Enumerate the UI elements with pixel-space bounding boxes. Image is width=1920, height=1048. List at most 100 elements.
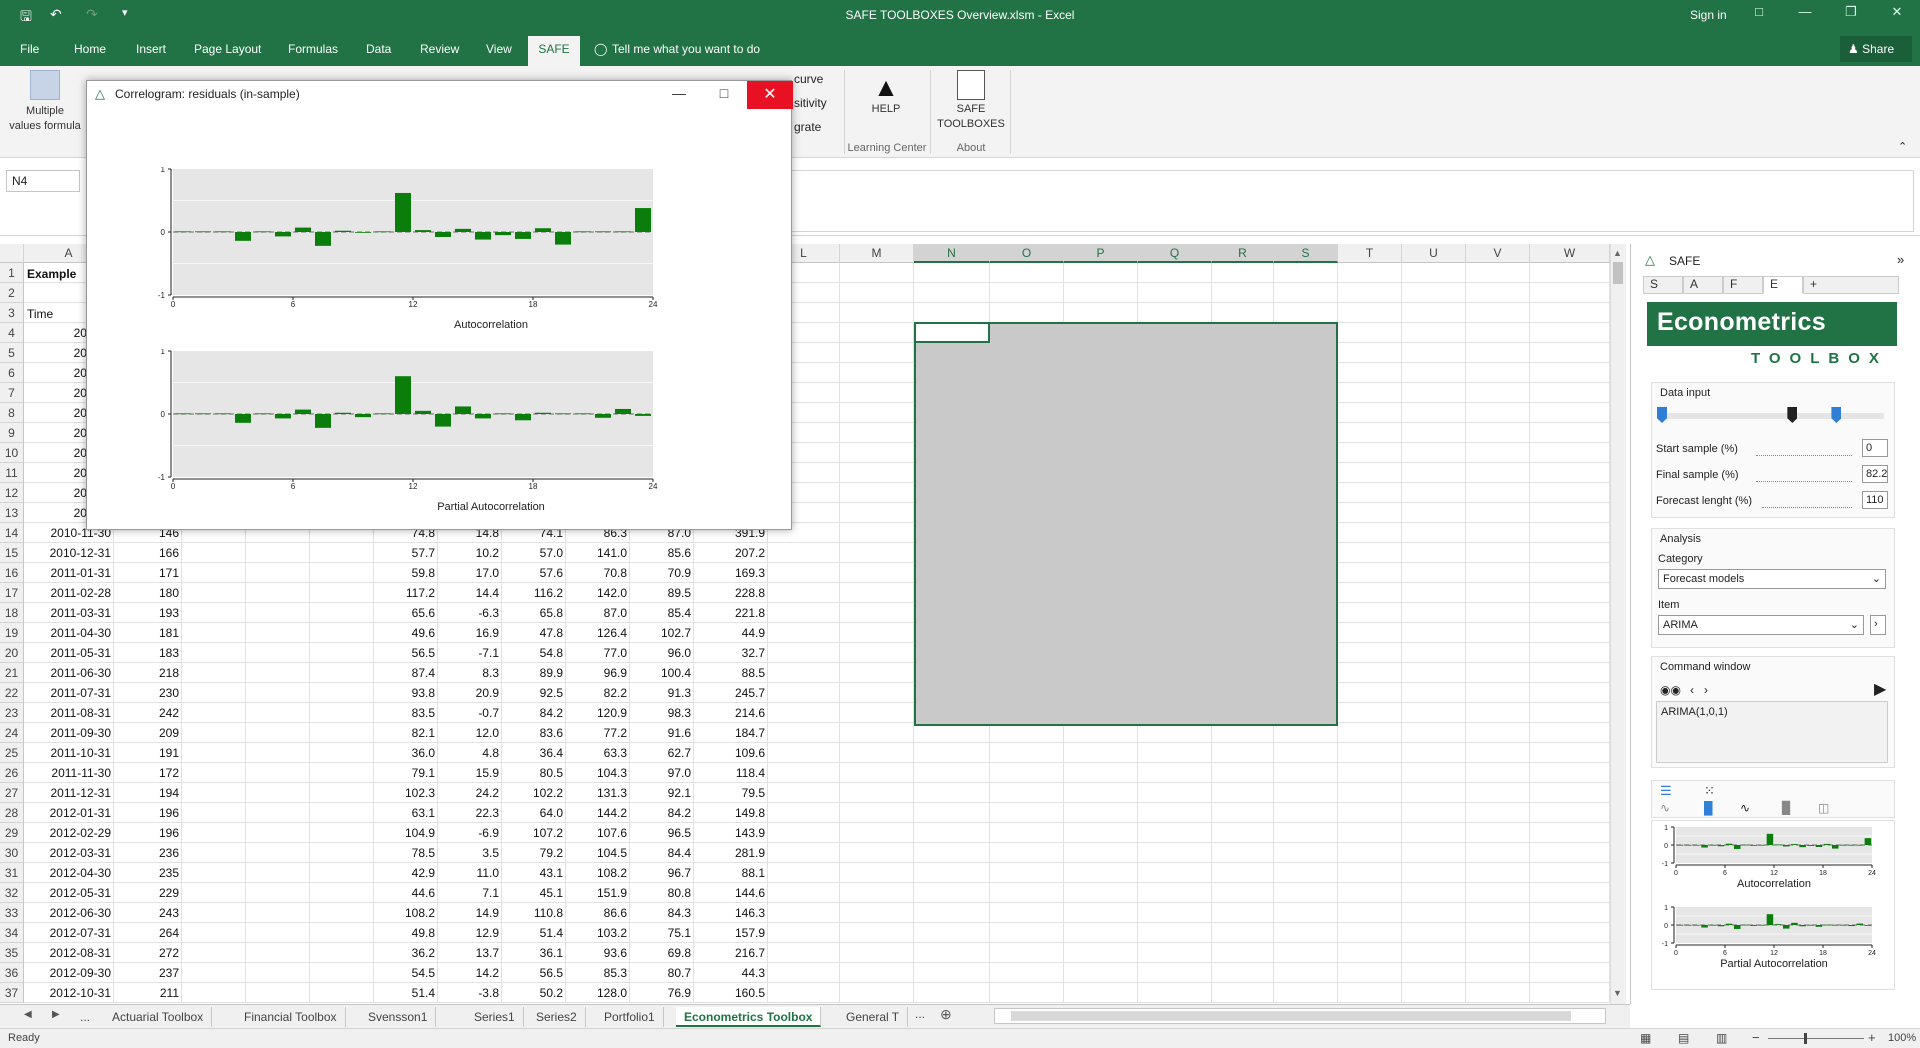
forecast-length-input[interactable]: 110 — [1862, 491, 1888, 509]
date-cell[interactable]: 2011-11-30 — [24, 763, 114, 783]
sheet-tab[interactable]: Portfolio1 — [596, 1007, 664, 1027]
value-cell[interactable]: 20.9 — [438, 683, 502, 703]
value-cell[interactable]: 12.9 — [438, 923, 502, 943]
prev-sheet-icon[interactable]: ◀ — [24, 1009, 32, 1020]
row-header[interactable]: 18 — [0, 603, 24, 623]
value-cell[interactable]: 32.7 — [694, 643, 768, 663]
date-cell[interactable]: 2011-05-31 — [24, 643, 114, 663]
value-cell[interactable]: 117.2 — [374, 583, 438, 603]
value-cell[interactable]: 36.1 — [502, 943, 566, 963]
boxplot-icon[interactable]: ◫ — [1818, 801, 1829, 815]
value-cell[interactable]: 86.6 — [566, 903, 630, 923]
value-cell[interactable]: 62.7 — [630, 743, 694, 763]
value-cell[interactable]: 96.9 — [566, 663, 630, 683]
value-cell[interactable]: 107.2 — [502, 823, 566, 843]
value-cell[interactable]: 14.2 — [438, 963, 502, 983]
column-header-t[interactable]: T — [1338, 244, 1402, 263]
value-cell[interactable]: 157.9 — [694, 923, 768, 943]
value-cell[interactable]: 80.5 — [502, 763, 566, 783]
row-header[interactable]: 23 — [0, 703, 24, 723]
forecast-thumb[interactable] — [1831, 407, 1842, 423]
value-cell[interactable]: 120.9 — [566, 703, 630, 723]
row-header[interactable]: 25 — [0, 743, 24, 763]
value-cell[interactable]: 7.1 — [438, 883, 502, 903]
row-header[interactable]: 37 — [0, 983, 24, 1003]
row-header[interactable]: 14 — [0, 523, 24, 543]
date-cell[interactable]: 2012-07-31 — [24, 923, 114, 943]
date-cell[interactable]: 2010-12-31 — [24, 543, 114, 563]
value-cell[interactable]: 44.6 — [374, 883, 438, 903]
column-header-s[interactable]: S — [1274, 244, 1338, 263]
row-header[interactable]: 1 — [0, 263, 24, 283]
ribbon-display-icon[interactable]: □ — [1744, 4, 1774, 19]
cell-example[interactable]: Example — [24, 264, 79, 284]
value-cell[interactable]: 77.0 — [566, 643, 630, 663]
value-cell[interactable]: 96.7 — [630, 863, 694, 883]
value-cell[interactable]: 82.2 — [566, 683, 630, 703]
value-cell[interactable]: 230 — [114, 683, 182, 703]
value-cell[interactable]: 104.9 — [374, 823, 438, 843]
date-cell[interactable]: 2011-08-31 — [24, 703, 114, 723]
value-cell[interactable]: 110.8 — [502, 903, 566, 923]
binoculars-icon[interactable]: ◉◉ — [1660, 683, 1681, 697]
date-cell[interactable]: 2012-05-31 — [24, 883, 114, 903]
tab-view[interactable]: View — [486, 42, 512, 56]
value-cell[interactable]: 84.3 — [630, 903, 694, 923]
value-cell[interactable]: 104.3 — [566, 763, 630, 783]
value-cell[interactable]: 51.4 — [502, 923, 566, 943]
value-cell[interactable]: 184.7 — [694, 723, 768, 743]
histogram-icon[interactable]: ▉ — [1782, 801, 1791, 815]
value-cell[interactable]: 88.5 — [694, 663, 768, 683]
value-cell[interactable]: 242 — [114, 703, 182, 723]
date-cell[interactable]: 2012-02-29 — [24, 823, 114, 843]
zoom-slider[interactable] — [1768, 1038, 1864, 1039]
ribbon-item-integrate[interactable]: grate — [794, 120, 821, 134]
date-cell[interactable]: 2012-04-30 — [24, 863, 114, 883]
value-cell[interactable]: 97.0 — [630, 763, 694, 783]
value-cell[interactable]: 103.2 — [566, 923, 630, 943]
value-cell[interactable]: 102.3 — [374, 783, 438, 803]
value-cell[interactable]: 91.6 — [630, 723, 694, 743]
row-header[interactable]: 21 — [0, 663, 24, 683]
zoom-in-icon[interactable]: + — [1868, 1030, 1876, 1045]
start-sample-thumb[interactable] — [1657, 407, 1667, 423]
value-cell[interactable]: 70.8 — [566, 563, 630, 583]
date-cell[interactable]: 2012-03-31 — [24, 843, 114, 863]
value-cell[interactable]: 44.9 — [694, 623, 768, 643]
scatter-icon[interactable]: ⁙ — [1704, 783, 1715, 799]
value-cell[interactable]: 109.6 — [694, 743, 768, 763]
help-button[interactable]: ▲ HELP — [856, 72, 916, 117]
page-layout-view-icon[interactable]: ▤ — [1678, 1031, 1689, 1045]
value-cell[interactable]: 144.6 — [694, 883, 768, 903]
value-cell[interactable]: 96.5 — [630, 823, 694, 843]
value-cell[interactable]: 243 — [114, 903, 182, 923]
value-cell[interactable]: 57.0 — [502, 543, 566, 563]
value-cell[interactable]: 221.8 — [694, 603, 768, 623]
value-cell[interactable]: 196 — [114, 803, 182, 823]
value-cell[interactable]: 196 — [114, 823, 182, 843]
value-cell[interactable]: 42.9 — [374, 863, 438, 883]
column-header-w[interactable]: W — [1530, 244, 1610, 263]
next-sheet-icon[interactable]: ▶ — [52, 1009, 60, 1020]
command-textarea[interactable]: ARIMA(1,0,1) — [1656, 701, 1888, 763]
date-cell[interactable]: 2011-04-30 — [24, 623, 114, 643]
row-header[interactable]: 24 — [0, 723, 24, 743]
value-cell[interactable]: 64.0 — [502, 803, 566, 823]
row-header[interactable]: 10 — [0, 443, 24, 463]
sheet-tab[interactable]: Financial Toolbox — [236, 1007, 346, 1027]
value-cell[interactable]: 89.9 — [502, 663, 566, 683]
tab-insert[interactable]: Insert — [136, 42, 166, 56]
value-cell[interactable]: 102.2 — [502, 783, 566, 803]
value-cell[interactable]: 126.4 — [566, 623, 630, 643]
value-cell[interactable]: 59.8 — [374, 563, 438, 583]
value-cell[interactable]: 14.4 — [438, 583, 502, 603]
value-cell[interactable]: 181 — [114, 623, 182, 643]
value-cell[interactable]: 235 — [114, 863, 182, 883]
row-header[interactable]: 29 — [0, 823, 24, 843]
value-cell[interactable]: 13.7 — [438, 943, 502, 963]
horizontal-scrollbar[interactable] — [994, 1008, 1606, 1024]
value-cell[interactable]: 93.6 — [566, 943, 630, 963]
collapse-ribbon-icon[interactable]: ⌃ — [1898, 140, 1907, 153]
date-cell[interactable]: 2011-03-31 — [24, 603, 114, 623]
date-cell[interactable]: 2011-06-30 — [24, 663, 114, 683]
